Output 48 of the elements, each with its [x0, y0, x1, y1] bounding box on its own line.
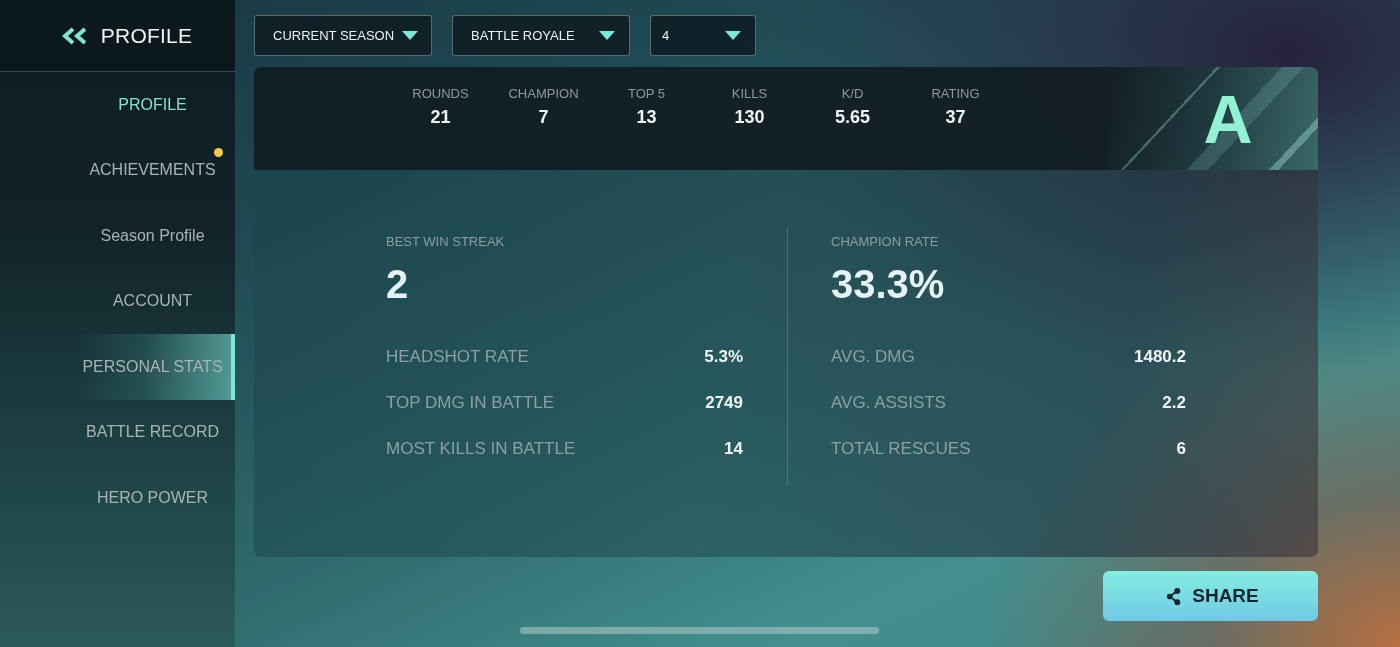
- back-chevron-icon[interactable]: [60, 26, 89, 45]
- sidebar-item[interactable]: ACCOUNT: [74, 268, 235, 334]
- stat-label: TOTAL RESCUES: [831, 439, 971, 459]
- rank-letter: A: [1203, 84, 1253, 153]
- dropdown-value: 4: [662, 28, 670, 43]
- stat-value: 13: [636, 107, 657, 128]
- dropdown-value: BATTLE ROYALE: [471, 28, 575, 43]
- highlight-value: 33.3%: [831, 264, 946, 304]
- sidebar-item[interactable]: Season Profile: [74, 203, 235, 269]
- stat-value: 2749: [705, 393, 743, 413]
- filter-dropdown[interactable]: 4: [650, 15, 756, 56]
- highlight-value: 2: [386, 264, 410, 304]
- stat-label: TOP 5: [627, 86, 666, 101]
- stat-value: 7: [538, 107, 549, 128]
- stat-label: CHAMPION: [508, 86, 579, 101]
- stat-value: 14: [724, 439, 743, 459]
- stat-label: AVG. ASSISTS: [831, 393, 946, 413]
- stat-value: 21: [430, 107, 451, 128]
- stat-value: 6: [1176, 439, 1186, 459]
- dropdown-value: CURRENT SEASON: [273, 28, 395, 43]
- sidebar-item[interactable]: PROFILE: [74, 72, 235, 138]
- page-title: PROFILE: [100, 23, 193, 48]
- stat-label: RATING: [931, 86, 980, 101]
- stat-value: 2.2: [1162, 393, 1186, 413]
- filter-dropdown[interactable]: BATTLE ROYALE: [452, 15, 630, 56]
- stat-label: MOST KILLS IN BATTLE: [386, 439, 576, 459]
- highlight-label: BEST WIN STREAK: [386, 234, 506, 249]
- caret-down-icon: [599, 31, 615, 40]
- filter-dropdown[interactable]: CURRENT SEASON: [254, 15, 432, 56]
- stat-value: 130: [734, 107, 765, 128]
- sidebar-item[interactable]: HERO POWER: [74, 465, 235, 531]
- stat-label: AVG. DMG: [831, 347, 915, 367]
- sidebar-item[interactable]: BATTLE RECORD: [74, 399, 235, 465]
- share-button[interactable]: SHARE: [1103, 571, 1318, 621]
- stat-label: K/D: [841, 86, 864, 101]
- caret-down-icon: [725, 31, 741, 40]
- sidebar-item[interactable]: ACHIEVEMENTS: [74, 137, 235, 203]
- share-icon: [1166, 586, 1182, 606]
- stat-value: 37: [945, 107, 966, 128]
- stat-value: 5.65: [834, 107, 870, 128]
- stat-value: 5.3%: [704, 347, 743, 367]
- stat-label: KILLS: [731, 86, 768, 101]
- stat-value: 1480.2: [1134, 347, 1186, 367]
- caret-down-icon: [402, 31, 419, 40]
- stat-label: TOP DMG IN BATTLE: [386, 393, 555, 413]
- stat-label: ROUNDS: [412, 86, 469, 101]
- stat-label: HEADSHOT RATE: [386, 347, 529, 367]
- highlight-label: CHAMPION RATE: [831, 234, 940, 249]
